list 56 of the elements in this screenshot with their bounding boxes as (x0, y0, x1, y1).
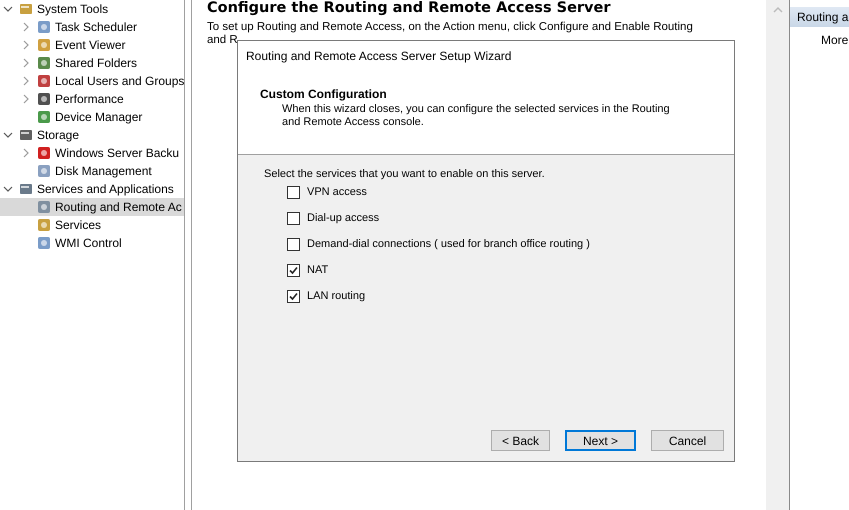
node-icon (36, 109, 52, 125)
tree-item[interactable]: Services and Applications (0, 180, 184, 198)
tree-item[interactable]: Event Viewer (0, 36, 184, 54)
folder-icon (18, 127, 34, 143)
chevron-right-icon[interactable] (21, 76, 31, 86)
chevron-down-icon[interactable] (3, 130, 13, 140)
service-checkbox[interactable]: Dial-up access (287, 210, 724, 226)
tree-item[interactable]: Local Users and Groups (0, 72, 184, 90)
tree-item[interactable]: Task Scheduler (0, 18, 184, 36)
tree-item[interactable]: Shared Folders (0, 54, 184, 72)
node-icon (36, 235, 52, 251)
service-checkbox[interactable]: LAN routing (287, 288, 724, 304)
dialog-button[interactable]: Cancel (651, 430, 724, 451)
chevron-right-icon[interactable] (21, 148, 31, 158)
section-description: When this wizard closes, you can configure the selected services in the Routing and Remote Access console. (281, 103, 671, 129)
tree-item[interactable]: Device Manager (0, 108, 184, 126)
tree-item[interactable]: System Tools (0, 0, 184, 18)
node-icon (36, 55, 52, 71)
service-checkbox[interactable]: Demand-dial connections ( used for branch office routing ) (287, 236, 724, 252)
prompt-text: Select the services that you want to enable on this server. (264, 168, 546, 180)
node-icon (36, 37, 52, 53)
node-icon (36, 19, 52, 35)
chevron-right-icon[interactable] (21, 40, 31, 50)
tree-item[interactable]: Routing and Remote Ac (0, 198, 184, 216)
chevron-down-icon[interactable] (3, 4, 13, 14)
scroll-up-icon[interactable] (772, 6, 782, 14)
tree-item[interactable]: Storage (0, 126, 184, 144)
description-text: and R (207, 34, 239, 47)
service-checkbox[interactable]: NAT (287, 262, 724, 278)
section-title: Custom Configuration (260, 87, 388, 101)
tree-item[interactable]: Disk Management (0, 162, 184, 180)
tree-item[interactable]: Performance (0, 90, 184, 108)
tree-item[interactable]: Windows Server Backu (0, 144, 184, 162)
checkmark-icon (289, 292, 298, 300)
folder-icon (18, 181, 34, 197)
tree-item[interactable]: WMI Control (0, 234, 184, 252)
chevron-right-icon[interactable] (21, 22, 31, 32)
action-link[interactable]: More (790, 33, 849, 47)
dialog-title: Routing and Remote Access Server Setup Wizard (238, 41, 734, 75)
service-checkbox[interactable]: VPN access (287, 184, 724, 200)
page-heading: Configure the Routing and Remote Access Server (207, 0, 612, 17)
dialog-button[interactable]: Next > (565, 430, 636, 451)
node-icon (36, 145, 52, 161)
node-icon (36, 163, 52, 179)
node-icon (36, 73, 52, 89)
node-icon (36, 217, 52, 233)
checkmark-icon (289, 266, 298, 274)
actions-header: Routing a (790, 7, 849, 27)
chevron-right-icon[interactable] (21, 58, 31, 68)
node-icon (36, 91, 52, 107)
description-text: To set up Routing and Remote Access, on the Action menu, click Configure and Enable Routing (207, 21, 694, 34)
tree-item[interactable]: Services (0, 216, 184, 234)
dialog-button[interactable]: < Back (491, 430, 550, 451)
chevron-down-icon[interactable] (3, 184, 13, 194)
node-icon (36, 199, 52, 215)
chevron-right-icon[interactable] (21, 94, 31, 104)
